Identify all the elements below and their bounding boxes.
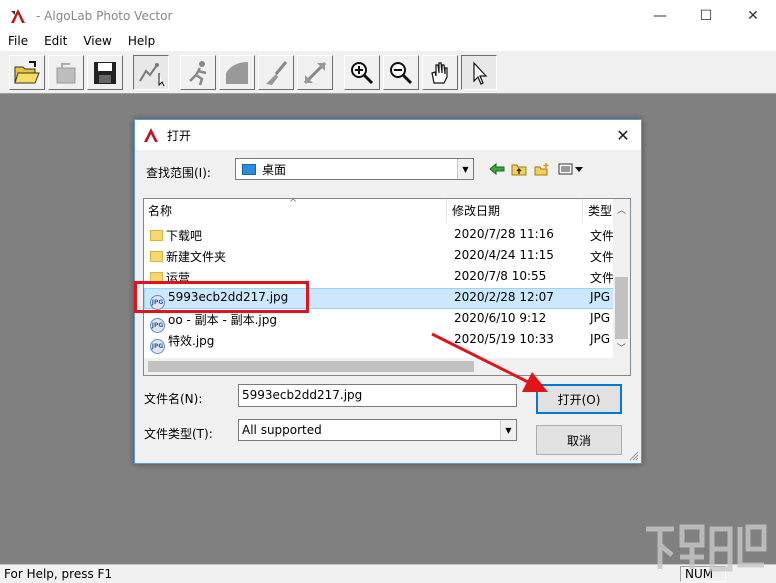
dialog-app-icon [143, 127, 159, 143]
save-disabled-icon [56, 62, 76, 83]
new-folder-icon[interactable] [533, 160, 551, 178]
column-header-name[interactable]: 名称 ^ [144, 199, 447, 223]
menu-bar: File Edit View Help [0, 31, 776, 51]
highlight-box [134, 281, 309, 313]
filetype-select[interactable]: All supported ▼ [238, 419, 517, 441]
brush-button[interactable] [258, 55, 294, 90]
dialog-title-bar: 打开 ✕ [135, 120, 641, 150]
up-folder-icon[interactable] [510, 160, 528, 178]
filetype-label: 文件类型(T): [144, 427, 213, 441]
menu-view[interactable]: View [75, 34, 119, 48]
open-button[interactable]: 打开(O) [536, 384, 622, 414]
zoom-in-icon [351, 61, 374, 84]
save-icon [94, 61, 116, 84]
open-button[interactable] [9, 55, 45, 90]
line-icon [303, 61, 327, 84]
run-button[interactable] [180, 55, 216, 90]
pointer-button[interactable] [461, 55, 497, 90]
look-in-label: 查找范围(I): [146, 166, 211, 180]
list-item[interactable]: 新建文件夹 2020/4/24 11:15 文件 [144, 246, 614, 267]
save-disabled-button[interactable] [48, 55, 84, 90]
folder-icon [150, 251, 163, 262]
shape-button[interactable] [219, 55, 255, 90]
vertical-scroll-thumb[interactable] [615, 277, 628, 339]
run-icon [189, 60, 207, 85]
open-icon [14, 60, 40, 83]
filename-label: 文件名(N): [144, 392, 203, 406]
list-item[interactable]: JPG 特效.jpg 2020/5/19 10:33 JPG [144, 330, 614, 354]
menu-file[interactable]: File [0, 34, 36, 48]
dialog-title: 打开 [167, 128, 192, 143]
scroll-up-icon[interactable]: ︿ [617, 203, 626, 216]
hand-icon [431, 61, 448, 84]
hand-button[interactable] [422, 55, 458, 90]
column-header-date[interactable]: 修改日期 [448, 199, 583, 223]
filetype-value: All supported [242, 423, 322, 437]
line-button[interactable] [297, 55, 333, 90]
toolbar [0, 51, 776, 94]
trace-button[interactable] [133, 55, 169, 90]
vertical-scrollbar[interactable]: ︿ ﹀ [613, 199, 630, 375]
folder-icon [150, 230, 163, 241]
list-item[interactable]: 下载吧 2020/7/28 11:16 文件 [144, 225, 614, 246]
trace-icon [139, 62, 165, 86]
back-icon[interactable] [488, 160, 506, 178]
view-menu-icon[interactable] [557, 160, 585, 178]
minimize-button[interactable]: — [637, 0, 683, 31]
desktop-icon [242, 163, 256, 175]
title-bar: - AlgoLab Photo Vector — ☐ ✕ [0, 0, 776, 31]
maximize-button[interactable]: ☐ [683, 0, 729, 31]
look-in-value: 桌面 [262, 162, 287, 177]
scroll-down-icon[interactable]: ﹀ [617, 341, 626, 354]
sort-ascending-icon: ^ [289, 198, 298, 209]
close-button[interactable]: ✕ [730, 0, 776, 31]
shape-icon [226, 61, 248, 84]
chevron-down-icon[interactable]: ▼ [457, 159, 473, 179]
look-in-combo[interactable]: 桌面 ▼ [235, 158, 474, 180]
app-logo-icon [9, 7, 27, 25]
horizontal-scroll-thumb[interactable] [148, 361, 474, 372]
jpg-file-icon: JPG [150, 339, 165, 354]
filename-input[interactable]: 5993ecb2dd217.jpg [238, 384, 517, 407]
window-title: - AlgoLab Photo Vector [36, 8, 173, 23]
zoom-out-icon [390, 61, 413, 84]
chevron-down-icon[interactable]: ▼ [500, 420, 516, 440]
menu-help[interactable]: Help [120, 34, 163, 48]
menu-edit[interactable]: Edit [36, 34, 75, 48]
dialog-close-button[interactable]: ✕ [611, 123, 635, 147]
status-help-text: For Help, press F1 [4, 567, 113, 581]
resize-grip-icon[interactable] [629, 451, 639, 461]
watermark-logo [640, 515, 770, 575]
save-button[interactable] [87, 55, 123, 90]
pointer-icon [473, 60, 488, 85]
cancel-button[interactable]: 取消 [536, 425, 622, 455]
zoom-out-button[interactable] [383, 55, 419, 90]
brush-icon [266, 60, 288, 85]
zoom-in-button[interactable] [344, 55, 380, 90]
horizontal-scrollbar[interactable] [144, 358, 615, 375]
